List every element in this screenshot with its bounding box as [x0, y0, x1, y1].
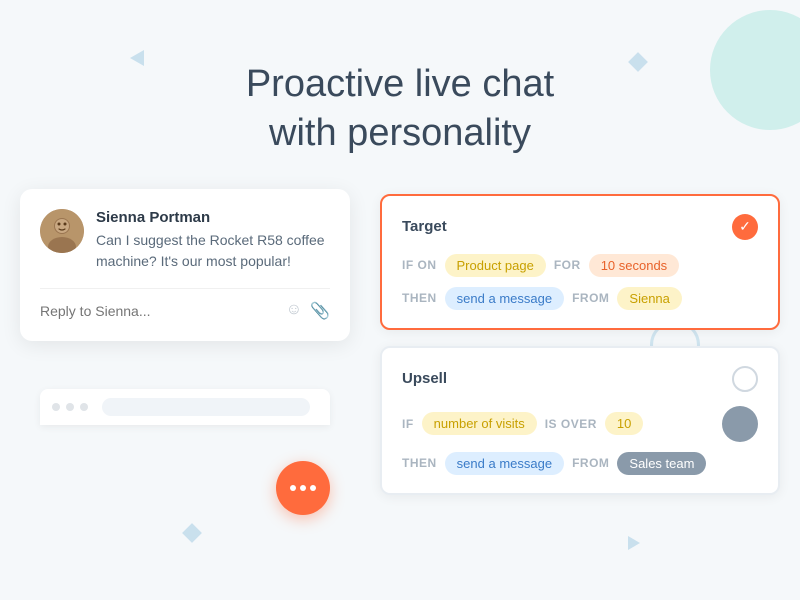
upsell-card-header: Upsell [402, 366, 758, 392]
hero-header: Proactive live chat with personality [0, 0, 800, 189]
upsell-row2: THEN send a message FROM Sales team [402, 452, 758, 475]
upsell-row1: IF number of visits IS OVER 10 [402, 406, 758, 442]
target-then-label: THEN [402, 291, 437, 305]
rules-panel: Target ✓ IF ON Product page FOR 10 secon… [380, 189, 780, 495]
upsell-action-tag[interactable]: send a message [445, 452, 564, 475]
message-content: Sienna Portman Can I suggest the Rocket … [96, 209, 330, 272]
browser-dot-1 [52, 403, 60, 411]
upsell-is-over-label: IS OVER [545, 417, 597, 431]
check-icon: ✓ [739, 218, 751, 235]
fab-dot-1 [290, 485, 296, 491]
message-text: Can I suggest the Rocket R58 coffee mach… [96, 230, 330, 272]
main-content: Sienna Portman Can I suggest the Rocket … [0, 189, 800, 495]
target-active-check[interactable]: ✓ [732, 214, 758, 240]
chat-reply-bar: ☺ 📎 [40, 288, 330, 321]
chat-fab-button[interactable] [276, 461, 330, 515]
hero-line1: Proactive live chat [246, 63, 554, 105]
bg-diamond-bottom-left [182, 523, 202, 543]
target-if-label: IF ON [402, 258, 437, 272]
bg-triangle-bottom-right [628, 536, 640, 550]
spinner-circle [722, 406, 758, 442]
upsell-value-tag[interactable]: 10 [605, 412, 643, 435]
chat-message-row: Sienna Portman Can I suggest the Rocket … [40, 209, 330, 272]
hero-line2: with personality [269, 112, 531, 154]
browser-dot-3 [80, 403, 88, 411]
upsell-spinner [722, 406, 758, 442]
reply-icons: ☺ 📎 [286, 301, 330, 321]
avatar [40, 209, 84, 253]
upsell-condition-tag[interactable]: number of visits [422, 412, 537, 435]
target-title: Target [402, 218, 447, 235]
browser-url-bar [102, 398, 310, 416]
upsell-from-tag[interactable]: Sales team [617, 452, 706, 475]
browser-dot-2 [66, 403, 74, 411]
target-from-tag[interactable]: Sienna [617, 287, 681, 310]
target-for-label: FOR [554, 258, 581, 272]
reply-input[interactable] [40, 303, 276, 319]
browser-bar [40, 389, 330, 425]
upsell-title: Upsell [402, 370, 447, 387]
target-card-header: Target ✓ [402, 214, 758, 240]
upsell-if-label: IF [402, 417, 414, 431]
upsell-from-label: FROM [572, 456, 609, 470]
avatar-face [40, 209, 84, 253]
chat-panel: Sienna Portman Can I suggest the Rocket … [20, 189, 350, 495]
sender-name: Sienna Portman [96, 209, 330, 226]
upsell-then-label: THEN [402, 456, 437, 470]
target-row1: IF ON Product page FOR 10 seconds [402, 254, 758, 277]
fab-dot-3 [310, 485, 316, 491]
emoji-icon[interactable]: ☺ [286, 301, 302, 321]
upsell-toggle[interactable] [732, 366, 758, 392]
target-value-tag[interactable]: 10 seconds [589, 254, 680, 277]
attachment-icon[interactable]: 📎 [310, 301, 330, 321]
avatar-svg [40, 209, 84, 253]
target-action-tag[interactable]: send a message [445, 287, 564, 310]
target-row2: THEN send a message FROM Sienna [402, 287, 758, 310]
target-card: Target ✓ IF ON Product page FOR 10 secon… [380, 194, 780, 330]
target-from-label: FROM [572, 291, 609, 305]
target-condition-tag[interactable]: Product page [445, 254, 546, 277]
fab-dot-2 [300, 485, 306, 491]
upsell-card: Upsell IF number of visits IS OVER 10 TH… [380, 346, 780, 495]
chat-window: Sienna Portman Can I suggest the Rocket … [20, 189, 350, 341]
